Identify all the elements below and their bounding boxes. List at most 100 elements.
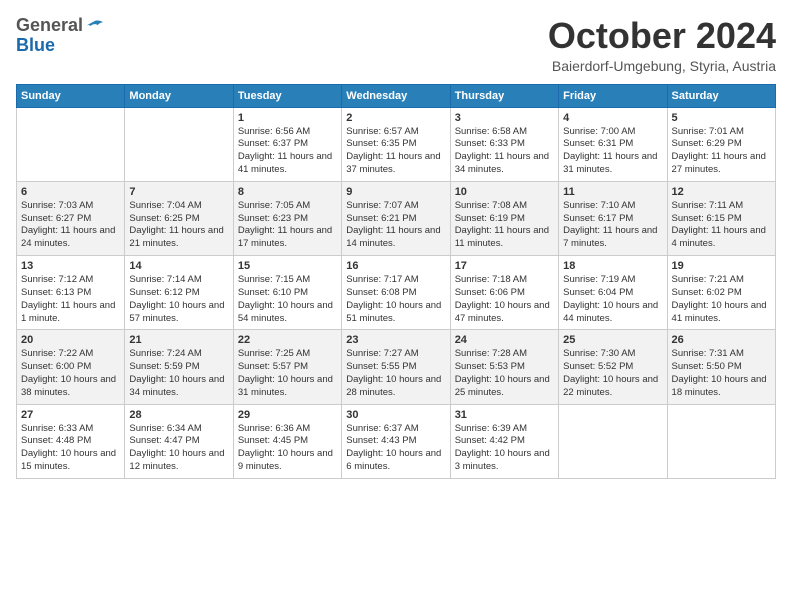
day-info: Sunrise: 7:00 AM Sunset: 6:31 PM Dayligh… (563, 126, 662, 177)
calendar-cell: 24Sunrise: 7:28 AM Sunset: 5:53 PM Dayli… (450, 330, 558, 404)
logo-bird-icon (85, 19, 103, 33)
calendar-week-row: 1Sunrise: 6:56 AM Sunset: 6:37 PM Daylig… (17, 107, 776, 181)
day-info: Sunrise: 7:28 AM Sunset: 5:53 PM Dayligh… (455, 348, 554, 399)
day-number: 19 (672, 260, 771, 272)
day-number: 5 (672, 112, 771, 124)
calendar-cell: 28 Sunrise: 6:34 AM Sunset: 4:47 PM Dayli… (125, 404, 233, 478)
calendar-cell: 19Sunrise: 7:21 AM Sunset: 6:02 PM Dayli… (667, 256, 775, 330)
day-info: Sunrise: 7:14 AM Sunset: 6:12 PM Dayligh… (129, 274, 228, 325)
day-info: Sunrise: 6:56 AM Sunset: 6:37 PM Dayligh… (238, 126, 337, 177)
calendar-cell: 17Sunrise: 7:18 AM Sunset: 6:06 PM Dayli… (450, 256, 558, 330)
day-number: 4 (563, 112, 662, 124)
day-number: 10 (455, 186, 554, 198)
day-info: Sunrise: 7:30 AM Sunset: 5:52 PM Dayligh… (563, 348, 662, 399)
day-number: 18 (563, 260, 662, 272)
day-info: Sunrise: 7:03 AM Sunset: 6:27 PM Dayligh… (21, 200, 120, 251)
calendar-week-row: 27Sunrise: 6:33 AM Sunset: 4:48 PM Dayli… (17, 404, 776, 478)
calendar-cell: 11 Sunrise: 7:10 AM Sunset: 6:17 PM Dayli… (559, 181, 667, 255)
day-number: 13 (21, 260, 120, 272)
day-number: 20 (21, 334, 120, 346)
calendar-cell: 1Sunrise: 6:56 AM Sunset: 6:37 PM Daylig… (233, 107, 341, 181)
day-number: 30 (346, 409, 445, 421)
calendar-header: SundayMondayTuesdayWednesdayThursdayFrid… (17, 84, 776, 107)
day-info: Sunrise: 7:17 AM Sunset: 6:08 PM Dayligh… (346, 274, 445, 325)
day-number: 21 (129, 334, 228, 346)
weekday-header: Monday (125, 84, 233, 107)
logo-text: General Blue (16, 16, 103, 56)
logo-blue: Blue (16, 35, 55, 55)
day-number: 25 (563, 334, 662, 346)
calendar-cell: 2 Sunrise: 6:57 AM Sunset: 6:35 PM Daylig… (342, 107, 450, 181)
day-info: Sunrise: 6:34 AM Sunset: 4:47 PM Dayligh… (129, 423, 228, 474)
day-info: Sunrise: 7:25 AM Sunset: 5:57 PM Dayligh… (238, 348, 337, 399)
calendar-cell: 21 Sunrise: 7:24 AM Sunset: 5:59 PM Dayli… (125, 330, 233, 404)
day-info: Sunrise: 6:36 AM Sunset: 4:45 PM Dayligh… (238, 423, 337, 474)
calendar-cell: 3 Sunrise: 6:58 AM Sunset: 6:33 PM Daylig… (450, 107, 558, 181)
day-number: 23 (346, 334, 445, 346)
day-number: 16 (346, 260, 445, 272)
logo-general: General (16, 15, 83, 35)
calendar-cell (125, 107, 233, 181)
day-number: 2 (346, 112, 445, 124)
calendar-cell: 30 Sunrise: 6:37 AM Sunset: 4:43 PM Dayli… (342, 404, 450, 478)
calendar-table: SundayMondayTuesdayWednesdayThursdayFrid… (16, 84, 776, 479)
day-number: 8 (238, 186, 337, 198)
calendar-cell: 29Sunrise: 6:36 AM Sunset: 4:45 PM Dayli… (233, 404, 341, 478)
calendar-cell: 15 Sunrise: 7:15 AM Sunset: 6:10 PM Dayli… (233, 256, 341, 330)
day-number: 31 (455, 409, 554, 421)
page-header: General Blue October 2024 Baierdorf-Umge… (16, 16, 776, 74)
day-info: Sunrise: 7:08 AM Sunset: 6:19 PM Dayligh… (455, 200, 554, 251)
calendar-cell: 12 Sunrise: 7:11 AM Sunset: 6:15 PM Dayli… (667, 181, 775, 255)
day-number: 12 (672, 186, 771, 198)
day-info: Sunrise: 7:31 AM Sunset: 5:50 PM Dayligh… (672, 348, 771, 399)
day-info: Sunrise: 7:15 AM Sunset: 6:10 PM Dayligh… (238, 274, 337, 325)
title-block: October 2024 Baierdorf-Umgebung, Styria,… (548, 16, 776, 74)
day-info: Sunrise: 7:19 AM Sunset: 6:04 PM Dayligh… (563, 274, 662, 325)
day-info: Sunrise: 6:57 AM Sunset: 6:35 PM Dayligh… (346, 126, 445, 177)
calendar-cell: 27Sunrise: 6:33 AM Sunset: 4:48 PM Dayli… (17, 404, 125, 478)
calendar-cell: 18 Sunrise: 7:19 AM Sunset: 6:04 PM Dayli… (559, 256, 667, 330)
weekday-header: Thursday (450, 84, 558, 107)
day-info: Sunrise: 7:22 AM Sunset: 6:00 PM Dayligh… (21, 348, 120, 399)
calendar-cell: 7Sunrise: 7:04 AM Sunset: 6:25 PM Daylig… (125, 181, 233, 255)
calendar-cell: 14 Sunrise: 7:14 AM Sunset: 6:12 PM Dayli… (125, 256, 233, 330)
month-title: October 2024 (548, 16, 776, 56)
day-info: Sunrise: 7:04 AM Sunset: 6:25 PM Dayligh… (129, 200, 228, 251)
day-number: 11 (563, 186, 662, 198)
weekday-header-row: SundayMondayTuesdayWednesdayThursdayFrid… (17, 84, 776, 107)
calendar-cell: 13 Sunrise: 7:12 AM Sunset: 6:13 PM Dayli… (17, 256, 125, 330)
logo: General Blue (16, 16, 103, 56)
day-info: Sunrise: 7:12 AM Sunset: 6:13 PM Dayligh… (21, 274, 120, 325)
calendar-cell: 23Sunrise: 7:27 AM Sunset: 5:55 PM Dayli… (342, 330, 450, 404)
weekday-header: Saturday (667, 84, 775, 107)
day-info: Sunrise: 7:07 AM Sunset: 6:21 PM Dayligh… (346, 200, 445, 251)
day-number: 14 (129, 260, 228, 272)
calendar-cell: 20 Sunrise: 7:22 AM Sunset: 6:00 PM Dayli… (17, 330, 125, 404)
calendar-cell: 10 Sunrise: 7:08 AM Sunset: 6:19 PM Dayli… (450, 181, 558, 255)
day-number: 26 (672, 334, 771, 346)
day-info: Sunrise: 6:39 AM Sunset: 4:42 PM Dayligh… (455, 423, 554, 474)
day-info: Sunrise: 6:37 AM Sunset: 4:43 PM Dayligh… (346, 423, 445, 474)
weekday-header: Wednesday (342, 84, 450, 107)
calendar-week-row: 20 Sunrise: 7:22 AM Sunset: 6:00 PM Dayli… (17, 330, 776, 404)
day-info: Sunrise: 6:58 AM Sunset: 6:33 PM Dayligh… (455, 126, 554, 177)
calendar-cell: 5 Sunrise: 7:01 AM Sunset: 6:29 PM Daylig… (667, 107, 775, 181)
calendar-cell: 9Sunrise: 7:07 AM Sunset: 6:21 PM Daylig… (342, 181, 450, 255)
calendar-cell (17, 107, 125, 181)
calendar-cell (667, 404, 775, 478)
calendar-cell: 22 Sunrise: 7:25 AM Sunset: 5:57 PM Dayli… (233, 330, 341, 404)
calendar-week-row: 6Sunrise: 7:03 AM Sunset: 6:27 PM Daylig… (17, 181, 776, 255)
day-info: Sunrise: 7:01 AM Sunset: 6:29 PM Dayligh… (672, 126, 771, 177)
calendar-body: 1Sunrise: 6:56 AM Sunset: 6:37 PM Daylig… (17, 107, 776, 478)
day-info: Sunrise: 7:10 AM Sunset: 6:17 PM Dayligh… (563, 200, 662, 251)
day-number: 28 (129, 409, 228, 421)
day-number: 3 (455, 112, 554, 124)
calendar-cell: 8 Sunrise: 7:05 AM Sunset: 6:23 PM Daylig… (233, 181, 341, 255)
day-info: Sunrise: 7:11 AM Sunset: 6:15 PM Dayligh… (672, 200, 771, 251)
day-number: 15 (238, 260, 337, 272)
day-number: 22 (238, 334, 337, 346)
day-info: Sunrise: 7:24 AM Sunset: 5:59 PM Dayligh… (129, 348, 228, 399)
day-info: Sunrise: 7:05 AM Sunset: 6:23 PM Dayligh… (238, 200, 337, 251)
weekday-header: Friday (559, 84, 667, 107)
weekday-header: Tuesday (233, 84, 341, 107)
